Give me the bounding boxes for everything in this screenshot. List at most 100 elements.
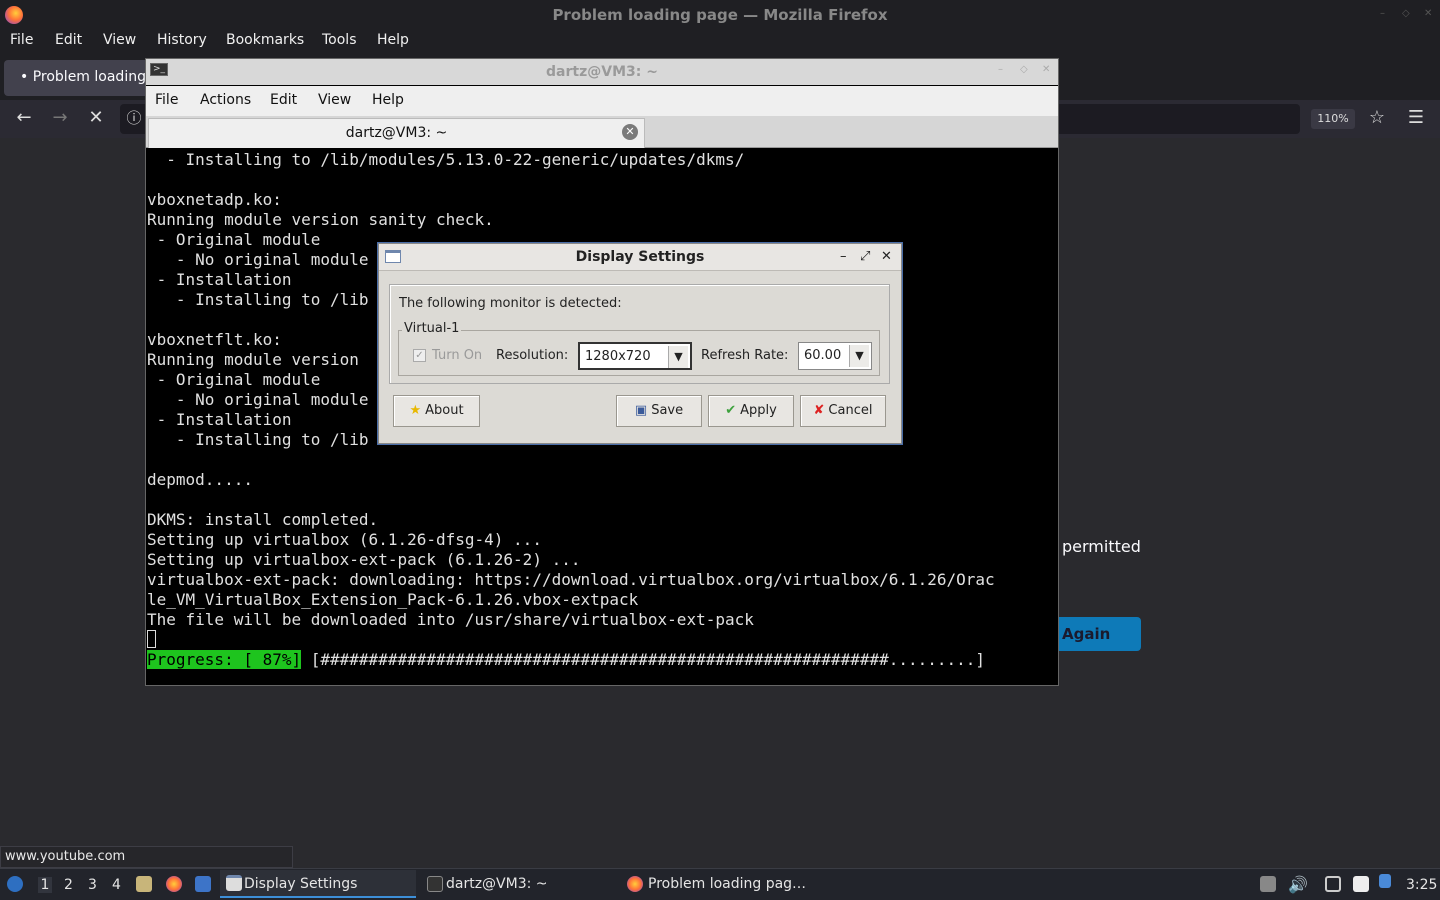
- terminal-icon: [427, 876, 443, 892]
- task-firefox[interactable]: Problem loading pag…: [624, 870, 820, 898]
- firefox-launcher-icon[interactable]: [166, 876, 182, 892]
- close-icon[interactable]: ✕: [1424, 9, 1434, 19]
- menu-help[interactable]: Help: [377, 32, 409, 48]
- menu-history[interactable]: History: [157, 32, 207, 48]
- workspace-3[interactable]: 3: [88, 877, 97, 893]
- workspace-4[interactable]: 4: [112, 877, 121, 893]
- terminal-menu-help[interactable]: Help: [372, 92, 404, 108]
- terminal-cursor-line: [147, 630, 1057, 650]
- terminal-line: Setting up virtualbox-ext-pack (6.1.26-2…: [147, 550, 581, 569]
- desktop-icon[interactable]: [195, 876, 211, 892]
- terminal-line: Running module version sanity check.: [147, 210, 494, 229]
- terminal-line: The file will be downloaded into /usr/sh…: [147, 610, 754, 629]
- menu-file[interactable]: File: [10, 32, 33, 48]
- dropdown-arrow-icon[interactable]: ▼: [668, 346, 688, 368]
- clock: 3:25: [1406, 877, 1438, 893]
- task-label: Display Settings: [244, 876, 358, 892]
- stop-icon[interactable]: ✕: [84, 108, 108, 128]
- zoom-indicator[interactable]: 110%: [1311, 109, 1355, 129]
- maximize-icon[interactable]: ◇: [1402, 9, 1412, 19]
- apply-label: Apply: [740, 403, 777, 418]
- progress-bar: [#######################################…: [301, 650, 986, 669]
- cursor-icon: [147, 630, 156, 648]
- firefox-title-bar: Problem loading page — Mozilla Firefox: [0, 0, 1440, 30]
- volume-icon[interactable]: 🔊: [1288, 877, 1308, 893]
- terminal-line: DKMS: install completed.: [147, 510, 379, 529]
- dialog-title: Display Settings: [379, 244, 901, 271]
- menu-edit[interactable]: Edit: [55, 32, 82, 48]
- error-message: permitted: [1062, 537, 1141, 556]
- minimize-icon[interactable]: –: [1380, 9, 1390, 19]
- bookmark-star-icon[interactable]: ☆: [1365, 108, 1389, 128]
- resolution-value: 1280x720: [585, 349, 651, 364]
- forward-icon[interactable]: →: [48, 108, 72, 128]
- dialog-minimize-icon[interactable]: –: [840, 249, 847, 265]
- monitor-name: Virtual-1: [402, 321, 462, 336]
- refresh-rate-value: 60.00: [804, 348, 842, 363]
- terminal-menu-actions[interactable]: Actions: [200, 92, 251, 108]
- terminal-menu-bar: File Actions Edit View Help: [146, 86, 1058, 116]
- resolution-label: Resolution:: [496, 348, 569, 363]
- file-manager-icon[interactable]: [136, 876, 152, 892]
- progress-label: Progress: [ 87%]: [147, 650, 302, 669]
- dialog-close-icon[interactable]: ✕: [881, 249, 892, 265]
- task-label: dartz@VM3: ~: [446, 876, 548, 892]
- task-display-settings[interactable]: Display Settings: [220, 870, 416, 898]
- terminal-menu-file[interactable]: File: [155, 92, 178, 108]
- terminal-line: Setting up virtualbox (6.1.26-dfsg-4) ..…: [147, 530, 542, 549]
- workspace-1[interactable]: 1: [38, 877, 52, 893]
- terminal-tab[interactable]: dartz@VM3: ~: [148, 118, 645, 148]
- terminal-line: depmod.....: [147, 470, 253, 489]
- window-icon: [385, 250, 401, 263]
- firefox-icon: [627, 876, 643, 892]
- tray-up-icon[interactable]: [1260, 876, 1276, 892]
- cancel-label: Cancel: [828, 403, 873, 418]
- about-button[interactable]: ★ About: [393, 395, 480, 427]
- terminal-maximize-icon[interactable]: ◇: [1020, 64, 1028, 75]
- cancel-x-icon: ✘: [813, 403, 825, 418]
- apply-button[interactable]: ✔ Apply: [708, 395, 794, 427]
- workspace-2[interactable]: 2: [64, 877, 73, 893]
- menu-tools[interactable]: Tools: [322, 32, 357, 48]
- firefox-menu-bar: File Edit View History Bookmarks Tools H…: [0, 30, 1440, 52]
- network-icon[interactable]: [1325, 876, 1341, 892]
- menu-bookmarks[interactable]: Bookmarks: [226, 32, 304, 48]
- task-terminal[interactable]: dartz@VM3: ~: [422, 870, 618, 898]
- start-menu-icon[interactable]: [7, 876, 23, 892]
- detected-text: The following monitor is detected:: [399, 296, 622, 311]
- terminal-title-bar: dartz@VM3: ~: [146, 59, 1058, 85]
- terminal-line: vboxnetadp.ko:: [147, 190, 282, 209]
- cancel-button[interactable]: ✘ Cancel: [800, 395, 886, 427]
- site-info-icon[interactable]: ⓘ: [122, 108, 146, 128]
- status-bar-url: www.youtube.com: [0, 846, 293, 868]
- browser-tab[interactable]: • Problem loading: [4, 60, 154, 96]
- terminal-menu-view[interactable]: View: [318, 92, 351, 108]
- dropdown-arrow-icon[interactable]: ▼: [849, 345, 869, 367]
- turn-on-label: Turn On: [432, 348, 483, 363]
- terminal-minimize-icon[interactable]: –: [998, 64, 1003, 75]
- refresh-rate-label: Refresh Rate:: [701, 348, 789, 363]
- hamburger-menu-icon[interactable]: ☰: [1404, 108, 1428, 128]
- back-icon[interactable]: ←: [12, 108, 36, 128]
- terminal-close-icon[interactable]: ✕: [1042, 64, 1050, 75]
- terminal-line: - Installing to /lib/modules/5.13.0-22-g…: [147, 150, 745, 169]
- refresh-rate-select[interactable]: 60.00 ▼: [798, 342, 872, 370]
- dialog-maximize-icon[interactable]: ⤢: [860, 249, 870, 265]
- notification-icon[interactable]: [1379, 874, 1391, 888]
- save-button[interactable]: ▣ Save: [616, 395, 702, 427]
- clipboard-icon[interactable]: [1353, 876, 1369, 892]
- menu-view[interactable]: View: [103, 32, 136, 48]
- terminal-icon: >_: [150, 63, 168, 76]
- task-label: Problem loading pag…: [648, 876, 807, 892]
- save-label: Save: [651, 403, 684, 418]
- resolution-select[interactable]: 1280x720 ▼: [578, 342, 692, 370]
- window-icon: [226, 875, 242, 891]
- tab-close-icon[interactable]: ✕: [622, 124, 638, 140]
- star-icon: ★: [409, 403, 422, 418]
- turn-on-checkbox[interactable]: ✓: [413, 349, 426, 362]
- about-label: About: [425, 403, 464, 418]
- terminal-menu-edit[interactable]: Edit: [270, 92, 297, 108]
